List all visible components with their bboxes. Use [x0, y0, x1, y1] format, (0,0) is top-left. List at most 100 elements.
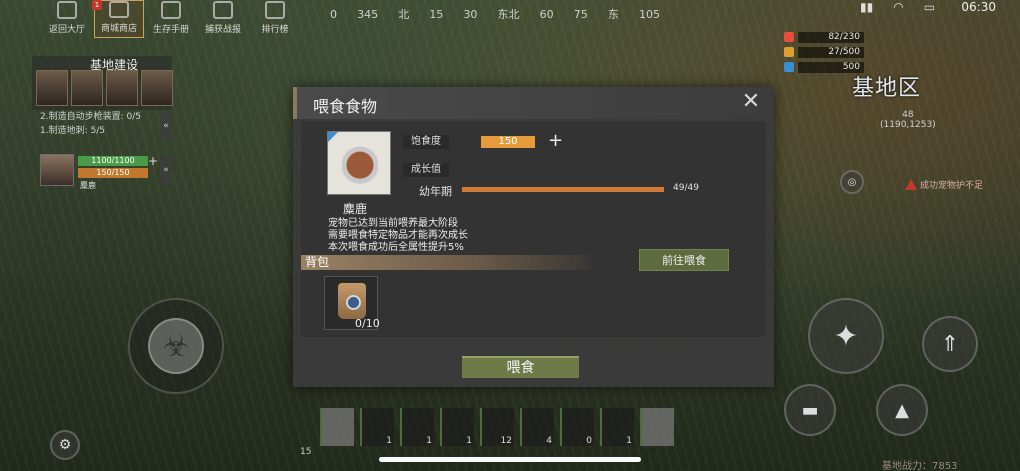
hunger-value: 27/500 — [798, 46, 864, 58]
battery-icon: ▭ — [923, 0, 936, 14]
hotbar-slot[interactable]: 1 — [360, 408, 394, 446]
pet-name: 麋鹿 — [343, 202, 368, 216]
go-feed-button[interactable]: 前往喂食 — [639, 249, 729, 271]
survivor-portraits — [36, 70, 173, 106]
attack-button[interactable]: ✦ — [808, 298, 884, 374]
crouch-icon[interactable]: ▲ — [876, 384, 928, 436]
slot-count: 12 — [500, 436, 512, 446]
menu-survival-manual[interactable]: 生存手册 — [146, 0, 196, 38]
item-hotbar: 1 1 1 12 4 0 1 — [320, 408, 674, 446]
add-satiety-icon[interactable]: + — [548, 132, 563, 150]
home-indicator[interactable] — [379, 457, 641, 462]
close-icon[interactable]: ✕ — [740, 91, 762, 113]
target-icon[interactable]: ◎ — [840, 170, 864, 194]
warning-text: 成功宠物护不足 — [920, 181, 984, 191]
gear-icon[interactable]: ⚙ — [50, 430, 80, 460]
menu-label: 排行榜 — [261, 25, 289, 35]
compass-tick: 105 — [638, 7, 660, 21]
prone-icon[interactable]: ▬ — [784, 384, 836, 436]
hotbar-slot[interactable]: 1 — [440, 408, 474, 446]
biohazard-icon[interactable]: ☣ — [148, 318, 204, 374]
base-power: 基地战力：7853 — [882, 461, 958, 471]
leaderboard-icon — [265, 1, 285, 19]
growth-description: 宠物已达到当前喂养最大阶段 需要喂食特定物品才能再次成长 本次喂食成功后全属性提… — [328, 218, 468, 254]
health-stat: 82/230 — [784, 30, 864, 44]
menu-label: 生存手册 — [152, 25, 189, 35]
battle-report-icon — [213, 1, 233, 19]
menu-battle-report[interactable]: 捕获战报 — [198, 0, 248, 38]
task-item: 2.制造自动步枪装置: 0/5 — [40, 112, 141, 122]
hotbar-slot[interactable]: 12 — [480, 408, 514, 446]
signal-icon: ▮▮ — [860, 0, 874, 14]
pet-hp-bar: 1100/1100 — [78, 156, 148, 166]
food-sack-icon — [338, 283, 366, 319]
slot-count: 4 — [546, 436, 552, 446]
collapse-tasks-tab[interactable]: « — [160, 112, 172, 140]
compass-tick: 东 — [607, 8, 619, 21]
warning-icon — [905, 179, 917, 190]
dialog-header: 喂食食物 ✕ — [293, 87, 774, 119]
jump-icon[interactable]: ⇑ — [922, 316, 978, 372]
coords-top: 48 — [902, 110, 914, 120]
menu-return-lobby[interactable]: 返回大厅 — [42, 0, 92, 38]
backpack-header: 背包 — [301, 255, 591, 270]
survivor-portrait[interactable] — [36, 70, 68, 106]
add-icon[interactable]: + — [148, 154, 158, 168]
hunger-stat: 27/500 — [784, 45, 864, 59]
task-list[interactable]: 2.制造自动步枪装置: 0/5 1.制造地刺: 5/5 — [40, 110, 141, 138]
hotbar-slot[interactable]: 1 — [600, 408, 634, 446]
slot-count: 1 — [466, 436, 472, 446]
notification-badge: 1 — [92, 0, 102, 10]
compass-tick: 30 — [463, 7, 478, 21]
pet-food-icon — [342, 142, 378, 184]
feed-button[interactable]: 喂食 — [462, 356, 579, 378]
hotbar-slot[interactable]: 0 — [560, 408, 594, 446]
growth-stage: 幼年期 — [419, 185, 452, 198]
shop-icon — [109, 1, 129, 18]
water-icon — [784, 62, 794, 72]
top-menu: 返回大厅 商城商店 生存手册 捕获战报 排行榜 — [42, 0, 300, 38]
survivor-portrait[interactable] — [71, 70, 103, 106]
growth-progress-bar — [462, 187, 664, 192]
growth-progress-fill — [462, 187, 664, 192]
menu-label: 返回大厅 — [48, 25, 85, 35]
survivor-portrait[interactable] — [141, 70, 173, 106]
pet-avatar[interactable] — [40, 154, 74, 186]
compass-tick: 0 — [330, 7, 337, 21]
compass-tick: 北 — [398, 8, 410, 21]
compass-tick: 15 — [429, 7, 444, 21]
menu-leaderboard[interactable]: 排行榜 — [250, 0, 300, 38]
pet-avatar-name: 麋鹿 — [80, 181, 96, 190]
survivor-portrait[interactable] — [106, 70, 138, 106]
hotbar-slot[interactable] — [640, 408, 674, 446]
food-item-count: 0/10 — [355, 317, 380, 330]
heart-icon — [784, 32, 794, 42]
menu-label: 商城商店 — [100, 24, 137, 34]
survival-stats: 82/230 27/500 500 — [784, 30, 864, 75]
slot-count: 0 — [586, 436, 592, 446]
pet-warning: 成功宠物护不足 — [905, 178, 983, 191]
satiety-label: 饱食度 — [403, 135, 449, 149]
growth-value: 49/49 — [673, 183, 699, 193]
compass-tick: 东北 — [497, 8, 520, 21]
game-clock: 06:30 — [961, 0, 996, 14]
hotbar-slot[interactable] — [320, 408, 354, 446]
compass-tick: 345 — [357, 7, 379, 21]
slot-count: 1 — [626, 436, 632, 446]
pet-card[interactable] — [327, 131, 391, 195]
status-icons: ▮▮ ◠ ▭ — [860, 0, 935, 14]
satiety-value: 150 — [481, 136, 535, 148]
compass-tick: 60 — [539, 7, 554, 21]
hotbar-slot[interactable]: 1 — [400, 408, 434, 446]
home-icon — [57, 1, 77, 19]
level-indicator: 15 — [300, 447, 312, 457]
food-item-slot[interactable]: 0/10 — [324, 276, 380, 330]
hotbar-slot[interactable]: 4 — [520, 408, 554, 446]
minimap-area-label[interactable]: 基地区 — [852, 70, 921, 102]
menu-label: 捕获战报 — [204, 25, 241, 35]
pet-sp-bar: 150/150 — [78, 168, 148, 178]
collapse-pet-tab[interactable]: « — [160, 156, 172, 184]
compass-tick: 75 — [573, 7, 588, 21]
wifi-icon: ◠ — [893, 0, 904, 14]
slot-count: 1 — [426, 436, 432, 446]
